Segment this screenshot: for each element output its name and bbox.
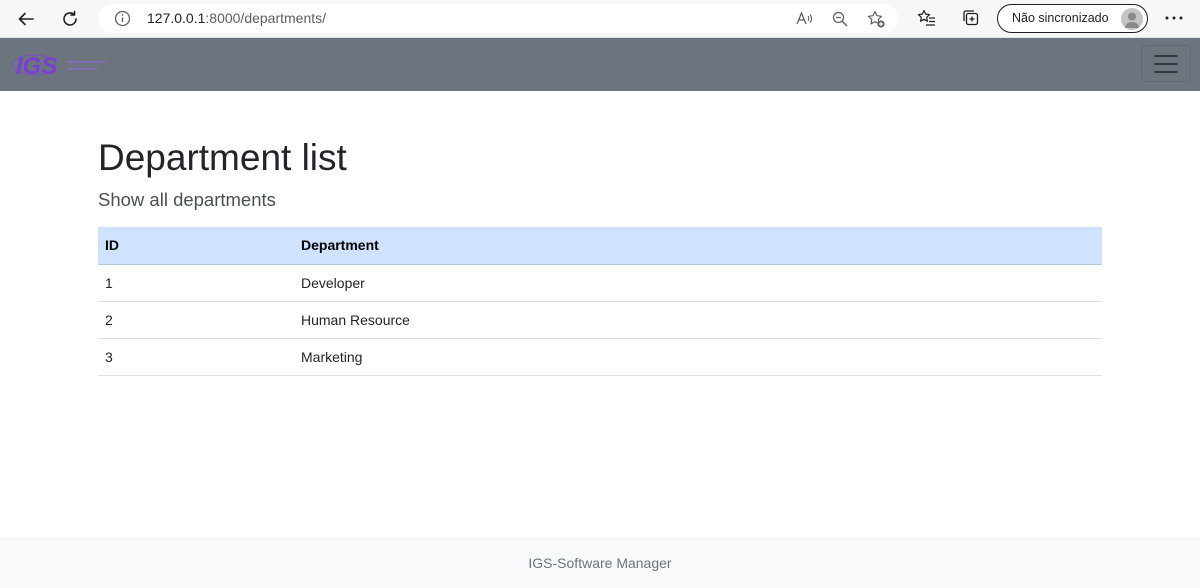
- avatar-icon: [1121, 8, 1143, 30]
- footer-text: IGS-Software Manager: [528, 554, 672, 571]
- cell-id: 2: [98, 301, 294, 339]
- column-header-department: Department: [294, 227, 1102, 265]
- table-row: 3 Marketing: [98, 338, 1102, 376]
- reload-icon: [63, 10, 77, 26]
- department-table: ID Department 1 Developer 2 Human Resour…: [98, 227, 1102, 376]
- favorites-button[interactable]: [916, 7, 938, 29]
- read-aloud-icon: [796, 11, 813, 25]
- add-favorite-button[interactable]: [866, 9, 886, 29]
- reload-button[interactable]: [56, 5, 84, 33]
- address-bar[interactable]: 127.0.0.1:8000/departments/: [98, 4, 898, 33]
- page-title: Department list: [98, 137, 347, 178]
- hamburger-icon: [1154, 54, 1178, 73]
- column-header-id: ID: [98, 227, 294, 265]
- browser-toolbar: 127.0.0.1:8000/departments/ Não sincroni…: [0, 0, 1200, 38]
- brand-logo[interactable]: IGS: [10, 51, 110, 80]
- cell-department: Human Resource: [294, 301, 1102, 339]
- favorites-icon: [917, 9, 935, 26]
- cell-department: Developer: [294, 264, 1102, 302]
- cell-id: 3: [98, 338, 294, 376]
- profile-label: Não sincronizado: [1012, 11, 1109, 25]
- back-button[interactable]: [12, 5, 40, 33]
- table-header-row: ID Department: [98, 227, 1102, 265]
- back-arrow-icon: [18, 12, 34, 26]
- collections-button[interactable]: [960, 7, 982, 29]
- brand-text: IGS: [16, 53, 57, 79]
- page-subtitle: Show all departments: [98, 189, 276, 210]
- read-aloud-button[interactable]: [794, 9, 814, 29]
- collections-icon: [963, 10, 979, 26]
- url-host: 127.0.0.1: [147, 10, 206, 26]
- navbar-toggler-button[interactable]: [1141, 45, 1191, 82]
- more-icon[interactable]: [1162, 8, 1186, 28]
- cell-id: 1: [98, 264, 294, 302]
- info-icon[interactable]: [114, 10, 131, 27]
- url-text[interactable]: 127.0.0.1:8000/departments/: [147, 10, 326, 26]
- url-path: :8000/departments/: [205, 10, 327, 26]
- app-navbar: IGS: [0, 38, 1200, 91]
- add-favorite-icon: [867, 10, 885, 28]
- zoom-button[interactable]: [830, 9, 850, 29]
- footer: IGS-Software Manager: [0, 537, 1200, 588]
- table-row: 2 Human Resource: [98, 301, 1102, 339]
- profile-button[interactable]: Não sincronizado: [997, 4, 1148, 33]
- zoom-out-icon: [832, 11, 848, 27]
- cell-department: Marketing: [294, 338, 1102, 376]
- table-row: 1 Developer: [98, 264, 1102, 302]
